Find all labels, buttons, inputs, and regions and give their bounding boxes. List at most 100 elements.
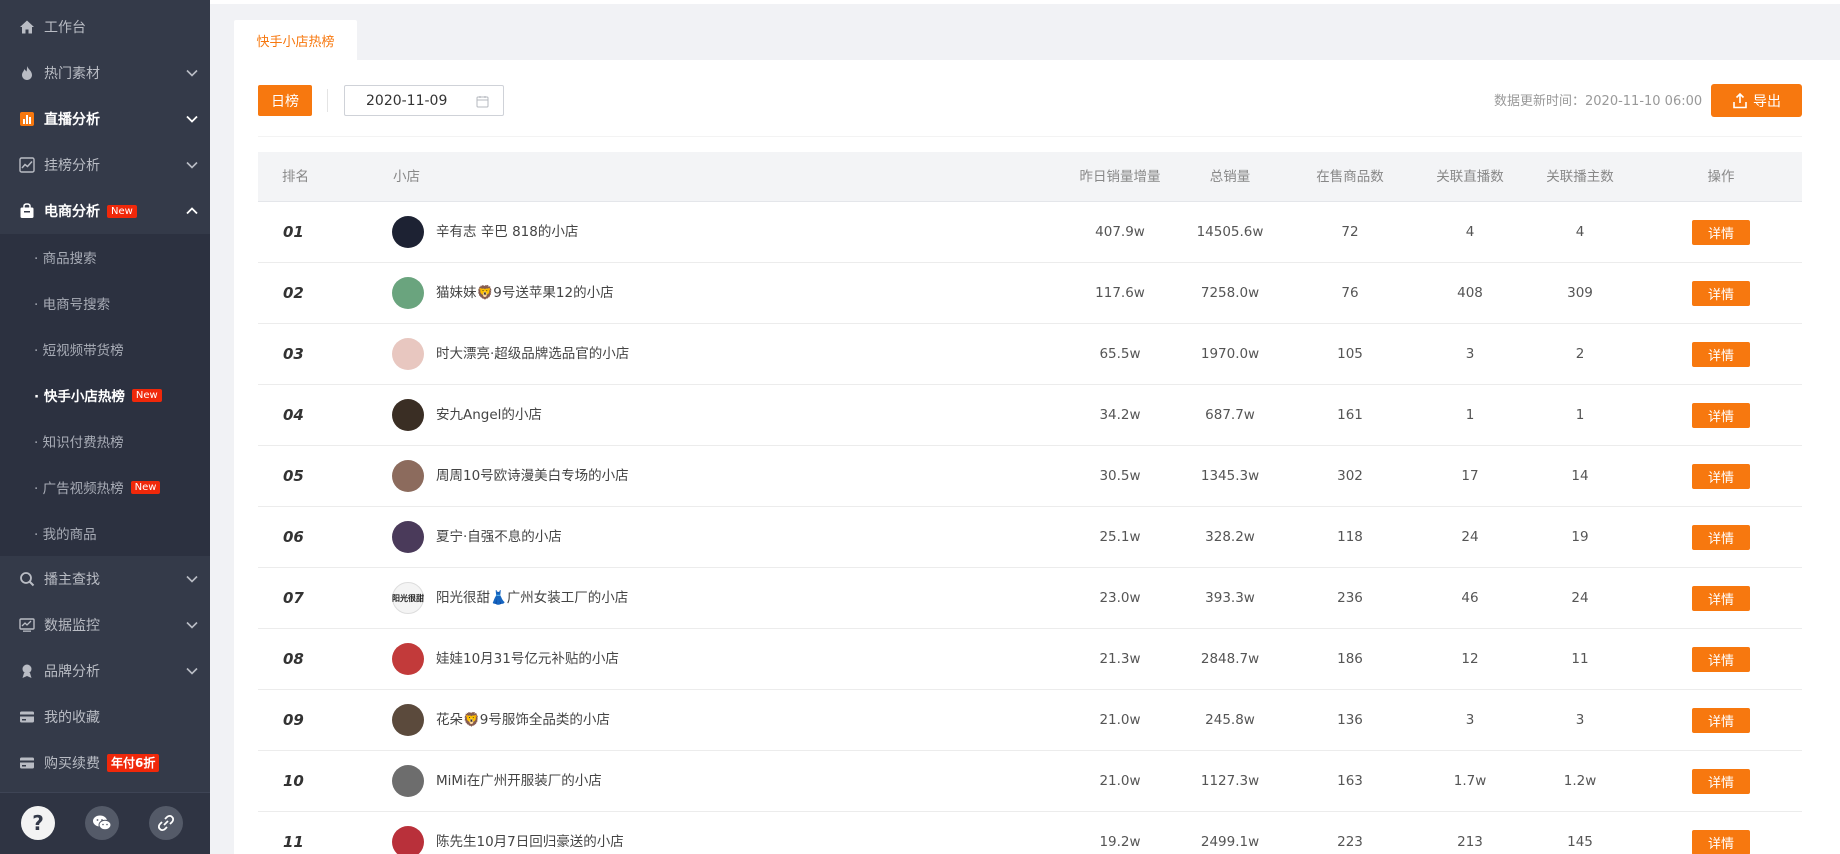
sidebar-item-label: 电商分析 xyxy=(44,204,100,220)
submenu-item-knowledge-paid-ranking[interactable]: · 知识付费热榜 xyxy=(0,418,210,464)
discount-badge: 年付6折 xyxy=(107,754,160,772)
products-cell: 76 xyxy=(1341,285,1359,301)
shop-cell[interactable]: 周周10号欧诗漫美白专场的小店 xyxy=(392,446,629,506)
shop-avatar xyxy=(392,765,424,797)
sidebar-item-hot-materials[interactable]: 热门素材 xyxy=(0,50,210,96)
shop-cell[interactable]: 猫妹妹🦁9号送苹果12的小店 xyxy=(392,263,614,323)
rank-cell: 08 xyxy=(283,650,304,668)
shop-cell[interactable]: 夏宁·自强不息的小店 xyxy=(392,507,562,567)
shop-cell[interactable]: 陈先生10月7日回归豪送的小店 xyxy=(392,812,624,854)
shop-cell[interactable]: MiMi在广州开服装厂的小店 xyxy=(392,751,602,811)
submenu-item-product-search[interactable]: · 商品搜索 xyxy=(0,234,210,280)
total-sales-cell: 14505.6w xyxy=(1196,224,1264,240)
shop-cell[interactable]: 阳光很甜 阳光很甜👗广州女装工厂的小店 xyxy=(392,568,628,628)
chevron-down-icon xyxy=(184,571,200,587)
shop-cell[interactable]: 花朵🦁9号服饰全品类的小店 xyxy=(392,690,610,750)
shop-cell[interactable]: 安九Angel的小店 xyxy=(392,385,542,445)
daily-ranking-button[interactable]: 日榜 xyxy=(258,85,312,116)
detail-button[interactable]: 详情 xyxy=(1692,708,1750,733)
total-sales-cell: 328.2w xyxy=(1205,529,1255,545)
detail-button[interactable]: 详情 xyxy=(1692,647,1750,672)
detail-button[interactable]: 详情 xyxy=(1692,220,1750,245)
sidebar-item-streamer-search[interactable]: 播主查找 xyxy=(0,556,210,602)
detail-button[interactable]: 详情 xyxy=(1692,586,1750,611)
sidebar-item-purchase-renew[interactable]: 购买续费 年付6折 xyxy=(0,740,210,786)
search-icon xyxy=(19,571,35,587)
shop-cell[interactable]: 时大漂亮·超级品牌选品官的小店 xyxy=(392,324,629,384)
products-cell: 161 xyxy=(1337,407,1363,423)
table-row: 08 娃娃10月31号亿元补贴的小店 21.3w 2848.7w 186 12 11 详情 xyxy=(258,629,1802,690)
link-icon[interactable] xyxy=(149,806,183,840)
sidebar-item-data-monitor[interactable]: 数据监控 xyxy=(0,602,210,648)
submenu-item-short-video-ranking[interactable]: · 短视频带货榜 xyxy=(0,326,210,372)
rank-cell: 05 xyxy=(283,467,304,485)
shop-avatar xyxy=(392,826,424,854)
submenu-item-kuaishou-shop-ranking[interactable]: · 快手小店热榜 New xyxy=(0,372,210,418)
shop-name: 花朵🦁9号服饰全品类的小店 xyxy=(436,712,610,728)
header-related-lives: 关联直播数 xyxy=(1436,169,1504,185)
submenu-item-label: · 快手小店热榜 xyxy=(34,389,125,405)
tab-kuaishou-shop-ranking[interactable]: 快手小店热榜 xyxy=(234,20,357,60)
detail-button[interactable]: 详情 xyxy=(1692,342,1750,367)
wechat-icon[interactable] xyxy=(85,806,119,840)
detail-button[interactable]: 详情 xyxy=(1692,769,1750,794)
total-sales-cell: 2499.1w xyxy=(1200,834,1260,850)
detail-button[interactable]: 详情 xyxy=(1692,525,1750,550)
shop-avatar xyxy=(392,704,424,736)
shop-avatar: 阳光很甜 xyxy=(392,582,424,614)
help-icon[interactable]: ? xyxy=(21,806,55,840)
shop-name: 时大漂亮·超级品牌选品官的小店 xyxy=(436,346,630,362)
yesterday-sales-cell: 117.6w xyxy=(1095,285,1145,301)
related-streamers-cell: 1.2w xyxy=(1563,773,1597,789)
table-row: 09 花朵🦁9号服饰全品类的小店 21.0w 245.8w 136 3 3 详情 xyxy=(258,690,1802,751)
bar-chart-icon xyxy=(19,111,35,127)
shop-name: 猫妹妹🦁9号送苹果12的小店 xyxy=(436,285,614,301)
chevron-down-icon xyxy=(184,663,200,679)
submenu-item-my-products[interactable]: · 我的商品 xyxy=(0,510,210,556)
shop-name: 安九Angel的小店 xyxy=(436,407,542,423)
yesterday-sales-cell: 34.2w xyxy=(1099,407,1141,423)
shop-name: 辛有志 辛巴 818的小店 xyxy=(436,224,579,240)
total-sales-cell: 1345.3w xyxy=(1200,468,1260,484)
shop-cell[interactable]: 娃娃10月31号亿元补贴的小店 xyxy=(392,629,619,689)
products-cell: 136 xyxy=(1337,712,1363,728)
sidebar-item-brand-analysis[interactable]: 品牌分析 xyxy=(0,648,210,694)
sidebar-item-workbench[interactable]: 工作台 xyxy=(0,4,210,50)
related-lives-cell: 3 xyxy=(1465,346,1475,362)
sidebar-item-label: 购买续费 xyxy=(44,756,100,772)
detail-button[interactable]: 详情 xyxy=(1692,830,1750,854)
toolbar-separator xyxy=(258,136,1802,137)
shop-name: 陈先生10月7日回归豪送的小店 xyxy=(436,834,624,850)
header-shop: 小店 xyxy=(393,169,420,185)
header-yesterday-sales: 昨日销量增量 xyxy=(1079,169,1161,185)
detail-button[interactable]: 详情 xyxy=(1692,464,1750,489)
submenu-item-ecommerce-account-search[interactable]: · 电商号搜索 xyxy=(0,280,210,326)
date-picker[interactable]: 2020-11-09 xyxy=(344,85,504,116)
table-row: 05 周周10号欧诗漫美白专场的小店 30.5w 1345.3w 302 17 14 详情 xyxy=(258,446,1802,507)
shop-avatar xyxy=(392,521,424,553)
export-button[interactable]: 导出 xyxy=(1711,84,1802,117)
related-streamers-cell: 19 xyxy=(1571,529,1589,545)
sidebar-item-my-favorites[interactable]: 我的收藏 xyxy=(0,694,210,740)
sidebar-item-label: 直播分析 xyxy=(44,112,100,128)
sidebar-item-ecommerce-analysis[interactable]: 电商分析 New xyxy=(0,188,210,234)
yesterday-sales-cell: 23.0w xyxy=(1099,590,1141,606)
rank-cell: 10 xyxy=(283,772,304,790)
brand-icon xyxy=(19,663,35,679)
detail-button[interactable]: 详情 xyxy=(1692,403,1750,428)
header-action: 操作 xyxy=(1707,169,1735,185)
sidebar-item-label: 播主查找 xyxy=(44,572,100,588)
sidebar-item-ranking-analysis[interactable]: 挂榜分析 xyxy=(0,142,210,188)
related-streamers-cell: 1 xyxy=(1575,407,1585,423)
products-cell: 236 xyxy=(1337,590,1363,606)
header-rank: 排名 xyxy=(282,169,309,185)
sidebar-item-label: 我的收藏 xyxy=(44,710,100,726)
card-icon xyxy=(19,755,35,771)
related-streamers-cell: 14 xyxy=(1571,468,1589,484)
sidebar-item-live-analysis[interactable]: 直播分析 xyxy=(0,96,210,142)
shop-cell[interactable]: 辛有志 辛巴 818的小店 xyxy=(392,202,578,262)
detail-button[interactable]: 详情 xyxy=(1692,281,1750,306)
products-cell: 223 xyxy=(1337,834,1363,850)
submenu-item-ad-video-ranking[interactable]: · 广告视频热榜 New xyxy=(0,464,210,510)
sidebar-item-label: 挂榜分析 xyxy=(44,158,100,174)
